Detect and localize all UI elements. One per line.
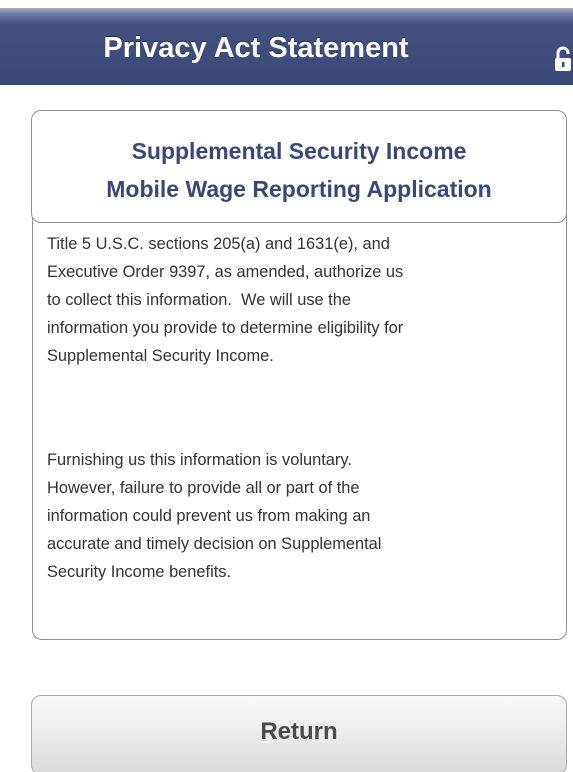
return-button-label: Return	[260, 718, 338, 745]
statement-line: However, failure to provide all or part …	[47, 479, 360, 497]
page-title: Privacy Act Statement	[103, 32, 409, 64]
application-title-box: Supplemental Security Income Mobile Wage…	[31, 110, 567, 223]
header-bar: Privacy Act Statement	[0, 8, 573, 85]
privacy-statement-box: Title 5 U.S.C. sections 205(a) and 1631(…	[32, 210, 567, 640]
statement-line: accurate and timely decision on Suppleme…	[47, 535, 382, 553]
application-title-line-1: Supplemental Security Income	[131, 138, 467, 164]
statement-paragraph-2: Furnishing us this information is volunt…	[47, 446, 552, 586]
statement-line: Furnishing us this information is volunt…	[47, 451, 352, 469]
statement-line: Security Income benefits.	[47, 563, 232, 581]
return-button[interactable]: Return	[31, 695, 567, 772]
status-spacer	[0, 0, 573, 8]
lock-icon	[553, 45, 573, 73]
statement-line: Supplemental Security Income.	[47, 347, 274, 365]
statement-line: to collect this information. We will use…	[47, 291, 351, 309]
statement-line: information you provide to determine eli…	[47, 319, 404, 337]
statement-line: information could prevent us from making…	[47, 507, 371, 525]
statement-line: Title 5 U.S.C. sections 205(a) and 1631(…	[47, 235, 390, 253]
statement-paragraph-1: Title 5 U.S.C. sections 205(a) and 1631(…	[47, 230, 552, 370]
privacy-act-screen: Privacy Act Statement Supplemental Secur…	[0, 0, 573, 772]
statement-line: Executive Order 9397, as amended, author…	[47, 263, 404, 281]
application-title-line-2: Mobile Wage Reporting Application	[106, 176, 492, 202]
